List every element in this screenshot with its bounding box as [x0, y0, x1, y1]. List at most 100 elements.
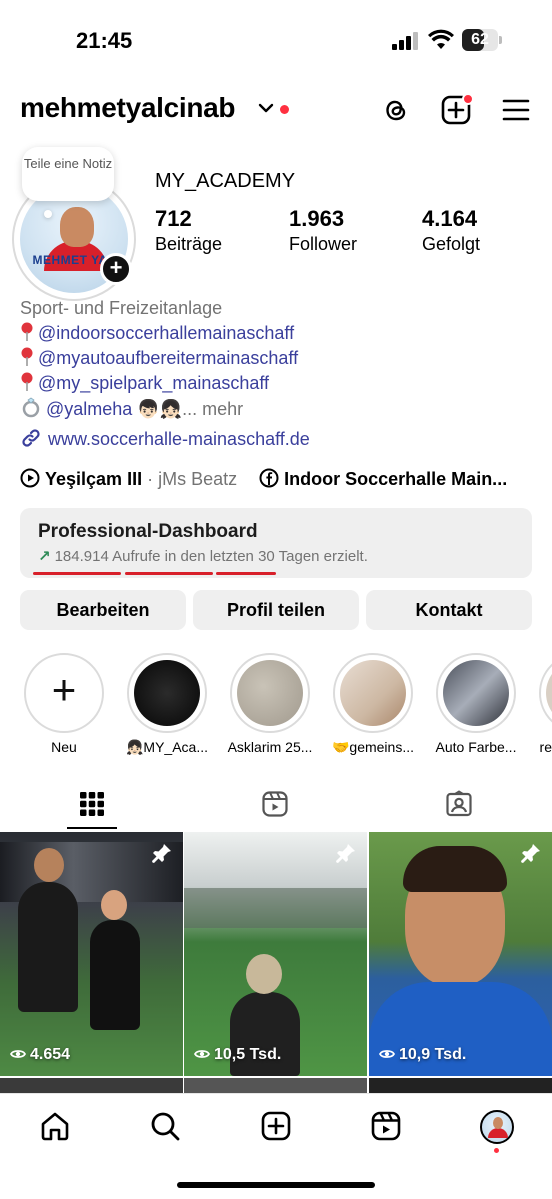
- stat-posts-label: Beiträge: [155, 234, 223, 254]
- post-tile-partial[interactable]: [184, 1078, 367, 1094]
- plus-icon: +: [51, 666, 77, 713]
- account-notification-dot: [280, 105, 289, 114]
- chevron-down-icon[interactable]: [258, 102, 274, 114]
- highlight-item[interactable]: 🤝gemeins...: [332, 653, 414, 756]
- stat-followers-value: 1.963: [289, 206, 345, 231]
- create-notification-dot: [462, 93, 474, 105]
- search-icon[interactable]: [149, 1110, 181, 1142]
- bio-mention-autoaufbereiter[interactable]: @myautoaufbereitermainaschaff: [38, 348, 298, 368]
- menu-icon[interactable]: [500, 94, 532, 126]
- post-views: 4.654: [10, 1046, 70, 1064]
- dashboard-views-text: 184.914 Aufrufe in den letzten 30 Tagen …: [54, 548, 368, 565]
- stat-posts-value: 712: [155, 206, 192, 231]
- create-icon[interactable]: [260, 1110, 292, 1142]
- post-views: 10,5 Tsd.: [194, 1046, 281, 1064]
- status-time: 21:45: [76, 28, 133, 53]
- tab-tagged-icon[interactable]: [445, 790, 473, 818]
- profile-content-tabs: [0, 780, 552, 830]
- highlight-label: 👧🏻MY_Aca...: [125, 739, 208, 755]
- post-tile[interactable]: 4.654: [0, 832, 183, 1076]
- highlight-item[interactable]: Fre: [539, 653, 552, 755]
- wifi-icon: [428, 29, 454, 49]
- ring-icon: [22, 397, 40, 418]
- active-tab-indicator: [67, 827, 117, 829]
- profile-music-row: Yeşilçam III · jMs Beatz Indoor Soccerha…: [20, 468, 540, 496]
- professional-dashboard[interactable]: Professional-Dashboard ↗ 184.914 Aufrufe …: [20, 508, 532, 578]
- home-indicator: [177, 1182, 375, 1188]
- stat-followers-label: Follower: [289, 234, 358, 254]
- post-tile-partial[interactable]: [369, 1078, 552, 1094]
- facebook-page-link[interactable]: Indoor Soccerhalle Main...: [284, 469, 507, 489]
- post-tile-partial[interactable]: [0, 1078, 183, 1094]
- battery-icon: 62: [462, 29, 502, 51]
- music-song[interactable]: Yeşilçam III: [45, 469, 142, 489]
- contact-button[interactable]: Kontakt: [366, 590, 532, 630]
- post-views: 10,9 Tsd.: [379, 1046, 466, 1064]
- dashboard-subtitle: ↗ 184.914 Aufrufe in den letzten 30 Tagen…: [38, 547, 368, 565]
- tab-grid-icon[interactable]: [78, 790, 106, 818]
- pinned-icon: [521, 844, 540, 863]
- stat-posts[interactable]: 712 Beiträge: [155, 206, 222, 255]
- location-pin-icon: [21, 347, 33, 366]
- highlight-new[interactable]: + Neu: [24, 653, 104, 755]
- bio-mention-soccerhalle[interactable]: @indoorsoccerhallemainaschaff: [38, 323, 294, 343]
- music-artist[interactable]: jMs Beatz: [158, 469, 237, 489]
- bio-mention-spielpark[interactable]: @my_spielpark_mainaschaff: [38, 373, 269, 393]
- highlight-label: Fre: [539, 739, 552, 755]
- stat-followers[interactable]: 1.963 Follower: [289, 206, 357, 255]
- eye-icon: [194, 1050, 210, 1058]
- post-tile[interactable]: 10,9 Tsd.: [369, 832, 552, 1076]
- edit-profile-button[interactable]: Bearbeiten: [20, 590, 186, 630]
- bio-more-link[interactable]: ... mehr: [182, 399, 243, 419]
- note-bubble-tail: [44, 210, 52, 218]
- highlight-label: Asklarim 25...: [227, 739, 313, 755]
- location-pin-icon: [21, 322, 33, 341]
- location-pin-icon: [21, 372, 33, 391]
- bio-category: Sport- und Freizeitanlage: [20, 298, 223, 318]
- bio: Sport- und Freizeitanlage @indoorsoccerh…: [20, 296, 540, 421]
- music-separator: ·: [142, 469, 159, 489]
- annotation-underline: [216, 572, 276, 575]
- annotation-underline: [33, 572, 121, 575]
- status-bar: 21:45 62: [0, 0, 552, 80]
- profile-tab-avatar[interactable]: [480, 1110, 514, 1144]
- dashboard-title: Professional-Dashboard: [38, 521, 258, 542]
- cellular-signal-icon: [392, 32, 418, 50]
- add-story-icon[interactable]: +: [100, 253, 132, 285]
- pinned-icon: [336, 844, 355, 863]
- posts-grid: 4.654 10,5 Tsd. 10,9 Tsd.: [0, 832, 552, 1094]
- tab-reels-icon[interactable]: [261, 790, 289, 818]
- share-profile-button[interactable]: Profil teilen: [193, 590, 359, 630]
- trend-up-icon: ↗: [38, 548, 51, 565]
- highlight-item[interactable]: Auto Farbe...: [436, 653, 516, 755]
- threads-icon[interactable]: [380, 94, 412, 126]
- profile-notification-dot: [494, 1148, 499, 1153]
- stat-following-label: Gefolgt: [422, 234, 481, 254]
- highlight-item[interactable]: Asklarim 25...: [228, 653, 312, 755]
- eye-icon: [379, 1050, 395, 1058]
- post-tile[interactable]: 10,5 Tsd.: [184, 832, 367, 1076]
- note-bubble[interactable]: Teile eine Notiz: [22, 147, 114, 201]
- bio-mention-yalmeha[interactable]: @yalmeha: [46, 399, 132, 419]
- highlight-label: 🤝gemeins...: [331, 739, 415, 755]
- battery-level: 62: [471, 31, 489, 48]
- annotation-underline: [125, 572, 213, 575]
- username-switcher[interactable]: mehmetyalcinab: [20, 92, 236, 124]
- website-link[interactable]: www.soccerhalle-mainaschaff.de: [20, 427, 310, 450]
- stat-following-value: 4.164: [422, 206, 478, 231]
- display-name: MY_ACADEMY: [155, 170, 296, 192]
- reels-icon[interactable]: [370, 1110, 402, 1142]
- highlight-item[interactable]: 👧🏻MY_Aca...: [126, 653, 208, 756]
- highlight-label: Neu: [51, 739, 77, 755]
- facebook-icon: [259, 468, 279, 488]
- website-url: www.soccerhalle-mainaschaff.de: [48, 429, 310, 449]
- highlight-label: Auto Farbe...: [435, 739, 517, 755]
- profile-header: mehmetyalcinab: [20, 88, 535, 132]
- eye-icon: [10, 1050, 26, 1058]
- pinned-icon: [152, 844, 171, 863]
- play-circle-icon[interactable]: [20, 468, 40, 488]
- bio-emoji: 👦🏻👧🏻: [137, 399, 183, 419]
- stat-following[interactable]: 4.164 Gefolgt: [422, 206, 480, 255]
- home-icon[interactable]: [39, 1110, 71, 1142]
- link-icon: [22, 429, 40, 447]
